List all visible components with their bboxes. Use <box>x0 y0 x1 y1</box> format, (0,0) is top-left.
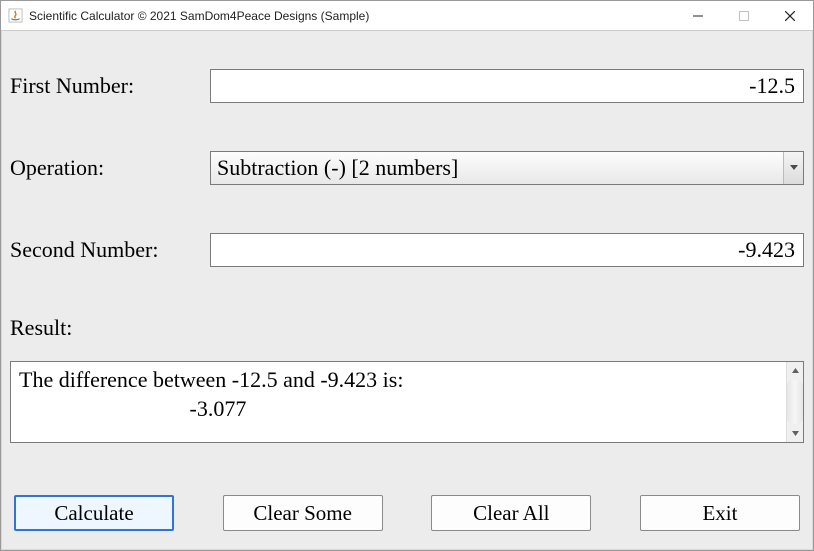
button-row: Calculate Clear Some Clear All Exit <box>10 495 804 531</box>
titlebar: Scientific Calculator © 2021 SamDom4Peac… <box>1 1 813 31</box>
scroll-down-icon[interactable] <box>787 425 803 442</box>
clear-some-button[interactable]: Clear Some <box>223 495 383 531</box>
second-number-row: Second Number: <box>10 233 804 267</box>
operation-combobox[interactable]: Subtraction (-) [2 numbers] <box>210 151 804 185</box>
content-pane: First Number: Operation: Subtraction (-)… <box>1 31 813 550</box>
result-scrollbar[interactable] <box>786 362 803 442</box>
result-area-wrap: The difference between -12.5 and -9.423 … <box>10 361 804 443</box>
app-window: Scientific Calculator © 2021 SamDom4Peac… <box>0 0 814 551</box>
result-label: Result: <box>10 315 804 341</box>
window-title: Scientific Calculator © 2021 SamDom4Peac… <box>29 9 675 23</box>
result-textarea[interactable]: The difference between -12.5 and -9.423 … <box>11 362 786 442</box>
close-button[interactable] <box>767 1 813 30</box>
operation-selected-value: Subtraction (-) [2 numbers] <box>210 151 804 185</box>
window-controls <box>675 1 813 30</box>
java-app-icon <box>7 8 23 24</box>
minimize-button[interactable] <box>675 1 721 30</box>
scroll-thumb[interactable] <box>787 380 803 424</box>
exit-button[interactable]: Exit <box>640 495 800 531</box>
first-number-row: First Number: <box>10 69 804 103</box>
maximize-button[interactable] <box>721 1 767 30</box>
scroll-up-icon[interactable] <box>787 362 803 379</box>
second-number-label: Second Number: <box>10 237 210 263</box>
second-number-input[interactable] <box>210 233 804 267</box>
first-number-input[interactable] <box>210 69 804 103</box>
calculate-button[interactable]: Calculate <box>14 495 174 531</box>
clear-all-button[interactable]: Clear All <box>431 495 591 531</box>
operation-label: Operation: <box>10 155 210 181</box>
first-number-label: First Number: <box>10 73 210 99</box>
chevron-down-icon <box>783 152 803 184</box>
operation-row: Operation: Subtraction (-) [2 numbers] <box>10 151 804 185</box>
result-block: Result: The difference between -12.5 and… <box>10 315 804 443</box>
